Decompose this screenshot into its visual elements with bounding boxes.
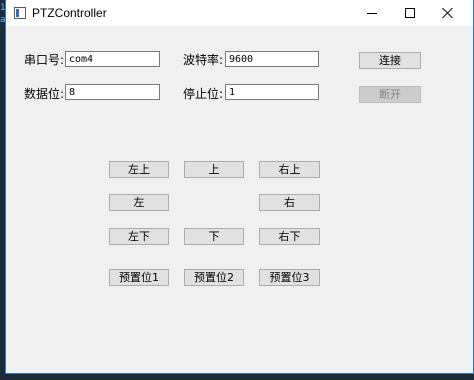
close-button[interactable] [430, 0, 466, 26]
preset3-button[interactable]: 预置位3 [259, 269, 320, 286]
close-icon [442, 7, 454, 19]
stopbits-label: 停止位: [183, 87, 224, 101]
maximize-icon [405, 8, 415, 18]
port-label: 串口号: [24, 53, 65, 67]
up-right-button[interactable]: 右上 [259, 161, 320, 178]
minimize-button[interactable] [354, 0, 390, 26]
minimize-icon [367, 12, 377, 14]
ptz-controller-window: PTZController 串口号: 波特率: 连接 数据位: 停止位: 断开 … [5, 0, 474, 374]
baud-label: 波特率: [183, 53, 224, 67]
window-title: PTZController [32, 6, 107, 20]
connect-button[interactable]: 连接 [359, 52, 421, 69]
left-button[interactable]: 左 [109, 194, 169, 211]
databits-label: 数据位: [24, 87, 65, 101]
up-button[interactable]: 上 [184, 161, 244, 178]
down-button[interactable]: 下 [184, 228, 244, 245]
title-bar[interactable]: PTZController [6, 0, 473, 26]
right-button[interactable]: 右 [259, 194, 320, 211]
databits-field[interactable] [65, 84, 160, 100]
disconnect-button[interactable]: 断开 [359, 86, 421, 103]
down-right-button[interactable]: 右下 [259, 228, 320, 245]
port-field[interactable] [65, 51, 160, 67]
preset1-button[interactable]: 预置位1 [109, 269, 169, 286]
maximize-button[interactable] [392, 0, 428, 26]
stopbits-field[interactable] [225, 84, 319, 100]
baud-field[interactable] [225, 51, 319, 67]
app-window-icon [14, 7, 26, 19]
down-left-button[interactable]: 左下 [109, 228, 169, 245]
up-left-button[interactable]: 左上 [109, 161, 169, 178]
preset2-button[interactable]: 预置位2 [184, 269, 244, 286]
